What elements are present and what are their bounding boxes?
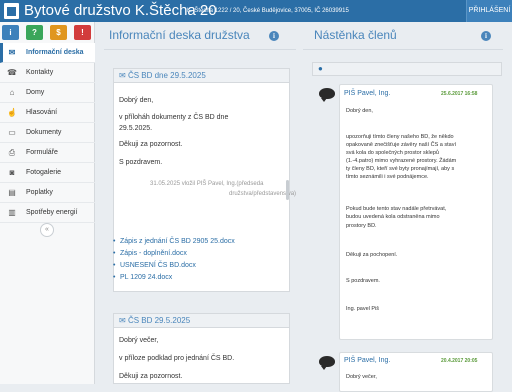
envelope-icon: ✉ <box>119 71 128 80</box>
hand-icon: ☝ <box>7 108 17 117</box>
sidebar: i ? $ ! ✉ Informační deska ☎ Kontakty ⌂ … <box>0 22 95 384</box>
message-text: Ing. pavel Piš <box>346 306 380 312</box>
message-text: opakovaně znečišťuje závěry naší ČS a st… <box>346 142 456 148</box>
folder-icon: ▭ <box>8 128 16 137</box>
help-quick-button[interactable]: ? <box>26 25 43 40</box>
sidebar-item-label: Spotřeby energií <box>26 209 78 216</box>
board-heading: Informační deska družstva <box>109 28 250 42</box>
message-text: S pozdravem. <box>346 278 380 284</box>
attachment-link[interactable]: Zápis - doplnění.docx <box>113 249 187 258</box>
post-title[interactable]: ČS BD 29.5.2025 <box>128 316 190 325</box>
info-quick-button[interactable]: i <box>2 25 19 40</box>
sidebar-item-informacni-deska[interactable]: ✉ Informační deska <box>0 43 95 63</box>
post-signature: 31.05.2025 vložil PIŠ Pavel, Ing.(předse… <box>150 181 264 187</box>
login-button[interactable]: PŘIHLÁŠENÍ <box>466 0 512 22</box>
post-text: v příloháh dokumenty z ČS BD dne <box>119 114 229 121</box>
message-author[interactable]: PIŠ Pavel, Ing. <box>344 357 390 364</box>
sidebar-item-label: Poplatky <box>26 189 53 196</box>
board-info-icon[interactable]: i <box>269 31 279 41</box>
wall-toolbar: ● <box>312 62 502 76</box>
camera-icon: ◙ <box>9 168 15 177</box>
message-text: Děkuji za pochopení. <box>346 252 398 258</box>
sidebar-item-spotreby-energii[interactable]: ▥ Spotřeby energií <box>0 203 95 223</box>
collapse-sidebar-button[interactable]: « <box>40 223 54 237</box>
message-text: ty členy BD, kteří své byty pronajímají,… <box>346 166 455 172</box>
message-text: tímto seznámili i své podnájemce. <box>346 174 429 180</box>
post-title-bar: ✉ ČS BD dne 29.5.2025 <box>114 69 289 83</box>
envelope-icon: ✉ <box>8 48 16 57</box>
message-text: Dobrý den, <box>346 108 373 114</box>
wall-heading: Nástěnka členů <box>314 28 397 42</box>
sidebar-item-hlasovani[interactable]: ☝ Hlasování <box>0 103 95 123</box>
post-title[interactable]: ČS BD dne 29.5.2025 <box>128 71 206 80</box>
message-date: 20.4.2017 20:05 <box>441 358 478 364</box>
chat-icon[interactable]: ● <box>318 64 323 73</box>
sidebar-item-poplatky[interactable]: ▤ Poplatky <box>0 183 95 203</box>
message-date: 25.6.2017 16:58 <box>441 91 478 97</box>
print-icon: ⎙ <box>8 147 16 157</box>
sidebar-item-label: Formuláře <box>26 149 58 156</box>
avatar-icon <box>319 356 335 370</box>
logo-icon <box>4 3 19 19</box>
avatar-icon <box>319 88 335 102</box>
payment-quick-button[interactable]: $ <box>50 25 67 40</box>
sidebar-item-formulare[interactable]: ⎙ Formuláře <box>0 143 95 163</box>
sidebar-item-domy[interactable]: ⌂ Domy <box>0 83 95 103</box>
message-text: svá kola do společných prostor sklepů <box>346 150 439 156</box>
message-author[interactable]: PIŠ Pavel, Ing. <box>344 90 390 97</box>
attachment-link[interactable]: USNESENÍ ČS BD.docx <box>113 261 196 270</box>
post-text: v příloze podklad pro jednání ČS BD. <box>119 355 235 362</box>
sidebar-item-fotogalerie[interactable]: ◙ Fotogalerie <box>0 163 95 183</box>
wall-info-icon[interactable]: i <box>481 31 491 41</box>
sidebar-menu: ✉ Informační deska ☎ Kontakty ⌂ Domy ☝ H… <box>0 43 95 223</box>
sidebar-item-label: Dokumenty <box>26 129 62 136</box>
post-title-bar: ✉ ČS BD 29.5.2025 <box>114 314 289 328</box>
post-text: Dobrý den, <box>119 97 154 104</box>
sidebar-item-dokumenty[interactable]: ▭ Dokumenty <box>0 123 95 143</box>
message-text: Dobrý večer, <box>346 374 377 380</box>
alert-quick-button[interactable]: ! <box>74 25 91 40</box>
post-text: Děkuji za pozornost. <box>119 141 183 148</box>
wall-divider <box>303 49 503 50</box>
money-icon: ▤ <box>8 188 16 197</box>
top-bar: Bytové družstvo K.Štěcha 20 K. Štěcha 12… <box>0 0 512 22</box>
attachment-link[interactable]: Zápis z jednání ČS BD 2905 25.docx <box>113 237 235 246</box>
post-text: S pozdravem. <box>119 159 163 166</box>
envelope-icon: ✉ <box>119 316 128 325</box>
board-divider <box>104 49 296 50</box>
sidebar-item-label: Informační deska <box>26 49 84 56</box>
post-scrollbar[interactable] <box>286 180 289 200</box>
message-text: upozorňuji tímto členy našeho BD, že něk… <box>346 134 454 140</box>
sidebar-item-label: Fotogalerie <box>26 169 62 176</box>
message-text: budou uvedená kola odstraněna mimo <box>346 214 440 220</box>
home-icon: ⌂ <box>9 88 15 97</box>
message-text: Pokud bude tento stav nadále přetrvávat, <box>346 206 447 212</box>
message-text: (1.-4.patro) mimo vyhrazené prostory. Žá… <box>346 158 457 164</box>
sidebar-item-kontakty[interactable]: ☎ Kontakty <box>0 63 95 83</box>
attachment-link[interactable]: PL 1209 24.docx <box>113 273 172 282</box>
post-text: 29.5.2025. <box>119 125 153 132</box>
sidebar-item-label: Domy <box>26 89 45 96</box>
message-text: prostory BD. <box>346 223 377 229</box>
post-text: Děkuji za pozornost. <box>119 373 183 380</box>
post-text: Dobrý večer, <box>119 337 159 344</box>
app-subtitle: K. Štěcha 1222 / 20, České Budějovice, 3… <box>187 8 349 14</box>
phone-icon: ☎ <box>7 68 17 77</box>
chart-icon: ▥ <box>8 208 16 217</box>
sidebar-item-label: Hlasování <box>26 109 58 116</box>
sidebar-item-label: Kontakty <box>26 69 54 76</box>
